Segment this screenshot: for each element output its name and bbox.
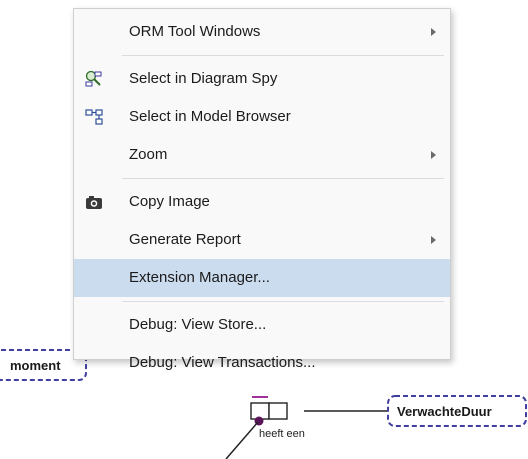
- menu-item-label: Copy Image: [129, 193, 210, 210]
- submenu-arrow-icon: [431, 28, 436, 36]
- menu-separator: [122, 55, 444, 56]
- menu-item-label: Select in Diagram Spy: [129, 70, 278, 87]
- menu-item-label: Generate Report: [129, 231, 241, 248]
- submenu-arrow-icon: [431, 151, 436, 159]
- menu-item-select-in-model-browser[interactable]: Select in Model Browser: [74, 98, 450, 136]
- context-menu: ORM Tool Windows Select in Diagram Spy S…: [73, 8, 451, 371]
- fact-type[interactable]: heeft een: [225, 396, 305, 459]
- role-player-line: [225, 421, 259, 459]
- diagram-spy-icon: [74, 60, 114, 98]
- menu-item-label: ORM Tool Windows: [129, 23, 261, 40]
- role-box-2[interactable]: [268, 402, 288, 420]
- menu-separator: [122, 301, 444, 302]
- menu-item-label: Select in Model Browser: [129, 108, 291, 125]
- menu-item-label: Debug: View Store...: [129, 316, 267, 333]
- menu-item-generate-report[interactable]: Generate Report: [74, 221, 450, 259]
- model-browser-icon: [74, 98, 114, 136]
- fact-type-reading: heeft een: [259, 428, 305, 440]
- menu-item-debug-view-store[interactable]: Debug: View Store...: [74, 306, 450, 344]
- entity-type-verwachteduur[interactable]: VerwachteDuur: [387, 395, 527, 427]
- menu-item-label: Zoom: [129, 146, 168, 163]
- entity-label-verwachteduur: VerwachteDuur: [397, 404, 492, 419]
- submenu-arrow-icon: [431, 236, 436, 244]
- menu-separator: [122, 178, 444, 179]
- camera-icon: [74, 183, 114, 221]
- menu-item-debug-view-transactions[interactable]: Debug: View Transactions...: [74, 344, 450, 382]
- menu-item-select-in-diagram-spy[interactable]: Select in Diagram Spy: [74, 60, 450, 98]
- menu-item-extension-manager[interactable]: Extension Manager...: [74, 259, 450, 297]
- menu-item-copy-image[interactable]: Copy Image: [74, 183, 450, 221]
- menu-item-label: Debug: View Transactions...: [129, 354, 316, 371]
- entity-label-moment: moment: [10, 358, 61, 373]
- orm-diagram-canvas[interactable]: moment VerwachteDuur heeft een ORM Tool …: [0, 0, 528, 459]
- role-box-1[interactable]: [250, 402, 270, 420]
- menu-item-orm-tool-windows[interactable]: ORM Tool Windows: [74, 13, 450, 51]
- menu-item-label: Extension Manager...: [129, 269, 270, 286]
- menu-item-zoom[interactable]: Zoom: [74, 136, 450, 174]
